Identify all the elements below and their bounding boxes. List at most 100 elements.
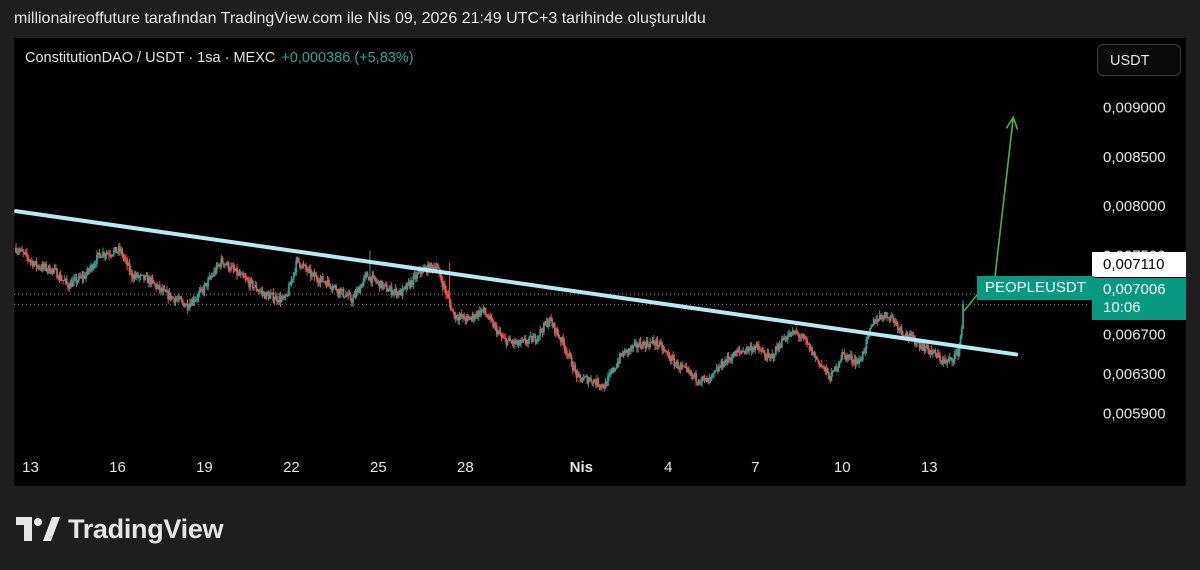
candle-body: [466, 316, 469, 318]
candle-body: [674, 363, 677, 366]
candle-body: [156, 286, 159, 289]
peak-price-label: 0,007110: [1092, 252, 1186, 277]
candle-body: [773, 355, 776, 358]
x-tick-label: 10: [834, 459, 851, 476]
candle-body: [506, 340, 509, 346]
candle-body: [838, 361, 841, 364]
chart-panel[interactable]: 0,0059000,0063000,0067000,0075000,008000…: [14, 38, 1186, 486]
candle-body: [700, 381, 702, 383]
candle-body: [294, 272, 296, 274]
candle-body: [501, 336, 504, 338]
candle-body: [556, 328, 559, 334]
candle-body: [851, 355, 853, 362]
candle-body: [128, 263, 131, 272]
price-chart[interactable]: 0,0059000,0063000,0067000,0075000,008000…: [14, 38, 1186, 486]
currency-button[interactable]: USDT: [1097, 44, 1181, 76]
candle-body: [582, 377, 585, 381]
candle-body: [864, 349, 867, 353]
candle-body: [871, 324, 874, 327]
candle-body: [65, 278, 68, 284]
x-tick-label: 16: [109, 459, 126, 476]
candle-body: [484, 312, 487, 316]
candle-body: [327, 279, 330, 284]
candle-body: [915, 343, 917, 345]
candle-body: [650, 342, 653, 344]
candle-body: [324, 281, 327, 283]
tradingview-brand[interactable]: TradingView: [16, 512, 224, 546]
x-tick-label: 13: [921, 459, 938, 476]
candle-body: [744, 350, 747, 354]
candle-body: [574, 365, 577, 371]
candle-body: [710, 374, 713, 378]
candle-body: [116, 251, 119, 253]
candle-body: [391, 292, 394, 295]
candle-body: [305, 264, 307, 270]
candle-body: [22, 251, 25, 253]
candle-body: [578, 373, 580, 375]
candle-body: [430, 263, 433, 266]
candle-body: [59, 274, 62, 280]
candle-body: [685, 366, 688, 369]
candle-body: [946, 361, 949, 363]
candle-body: [954, 353, 957, 355]
candle-body: [504, 337, 507, 339]
candle-body: [901, 331, 904, 336]
symbol-tag: PEOPLEUSDT: [977, 276, 1094, 300]
candle-body: [695, 373, 697, 382]
candle-body: [286, 295, 289, 297]
candle-body: [800, 337, 803, 339]
candle-body: [480, 310, 482, 316]
candle-body: [329, 283, 331, 288]
x-tick-label: Nis: [570, 459, 593, 476]
candle-body: [767, 352, 770, 356]
candle-body: [33, 263, 36, 267]
candle-body: [154, 283, 156, 285]
candle-body: [937, 353, 940, 356]
candle-body: [203, 284, 206, 293]
candle-body: [663, 349, 666, 351]
candle-body: [382, 285, 385, 289]
candle-body: [947, 359, 950, 362]
candle-body: [298, 262, 301, 267]
x-tick-label: 22: [283, 459, 300, 476]
candle-body: [931, 352, 934, 354]
candle-body: [21, 249, 23, 252]
candle-body: [73, 278, 75, 281]
x-tick-label: 25: [370, 459, 387, 476]
candle-body: [211, 275, 214, 277]
candle-body: [709, 377, 712, 380]
candle-body: [463, 314, 466, 320]
candle-body: [184, 305, 187, 307]
candle-body: [656, 339, 659, 346]
candle-body: [754, 346, 757, 350]
candle-body: [797, 333, 800, 338]
candle-body: [412, 276, 415, 285]
candle-body: [48, 265, 51, 274]
candle-body: [597, 378, 600, 387]
candle-body: [796, 331, 799, 334]
candle-body: [562, 336, 565, 343]
candle-body: [250, 279, 253, 281]
candle-body: [608, 374, 611, 377]
candle-body: [593, 379, 596, 382]
candle-body: [934, 350, 937, 354]
candle-body: [632, 345, 635, 349]
candle-body: [335, 285, 338, 291]
candle-body: [806, 340, 809, 344]
candle-body: [826, 368, 829, 373]
candle-body: [865, 338, 868, 350]
candle-body: [420, 272, 423, 274]
candle-body: [198, 291, 201, 294]
candle-body: [569, 353, 572, 357]
candle-body: [895, 321, 898, 324]
candle-body: [288, 284, 290, 296]
candle-body: [959, 335, 962, 345]
candle-body: [602, 384, 604, 388]
candle-body: [960, 328, 963, 336]
candle-body: [889, 316, 892, 321]
candle-body: [94, 263, 97, 265]
candle-body: [547, 322, 550, 327]
candle-body: [38, 265, 40, 269]
candle-body: [713, 372, 716, 374]
candle-body: [273, 299, 276, 302]
